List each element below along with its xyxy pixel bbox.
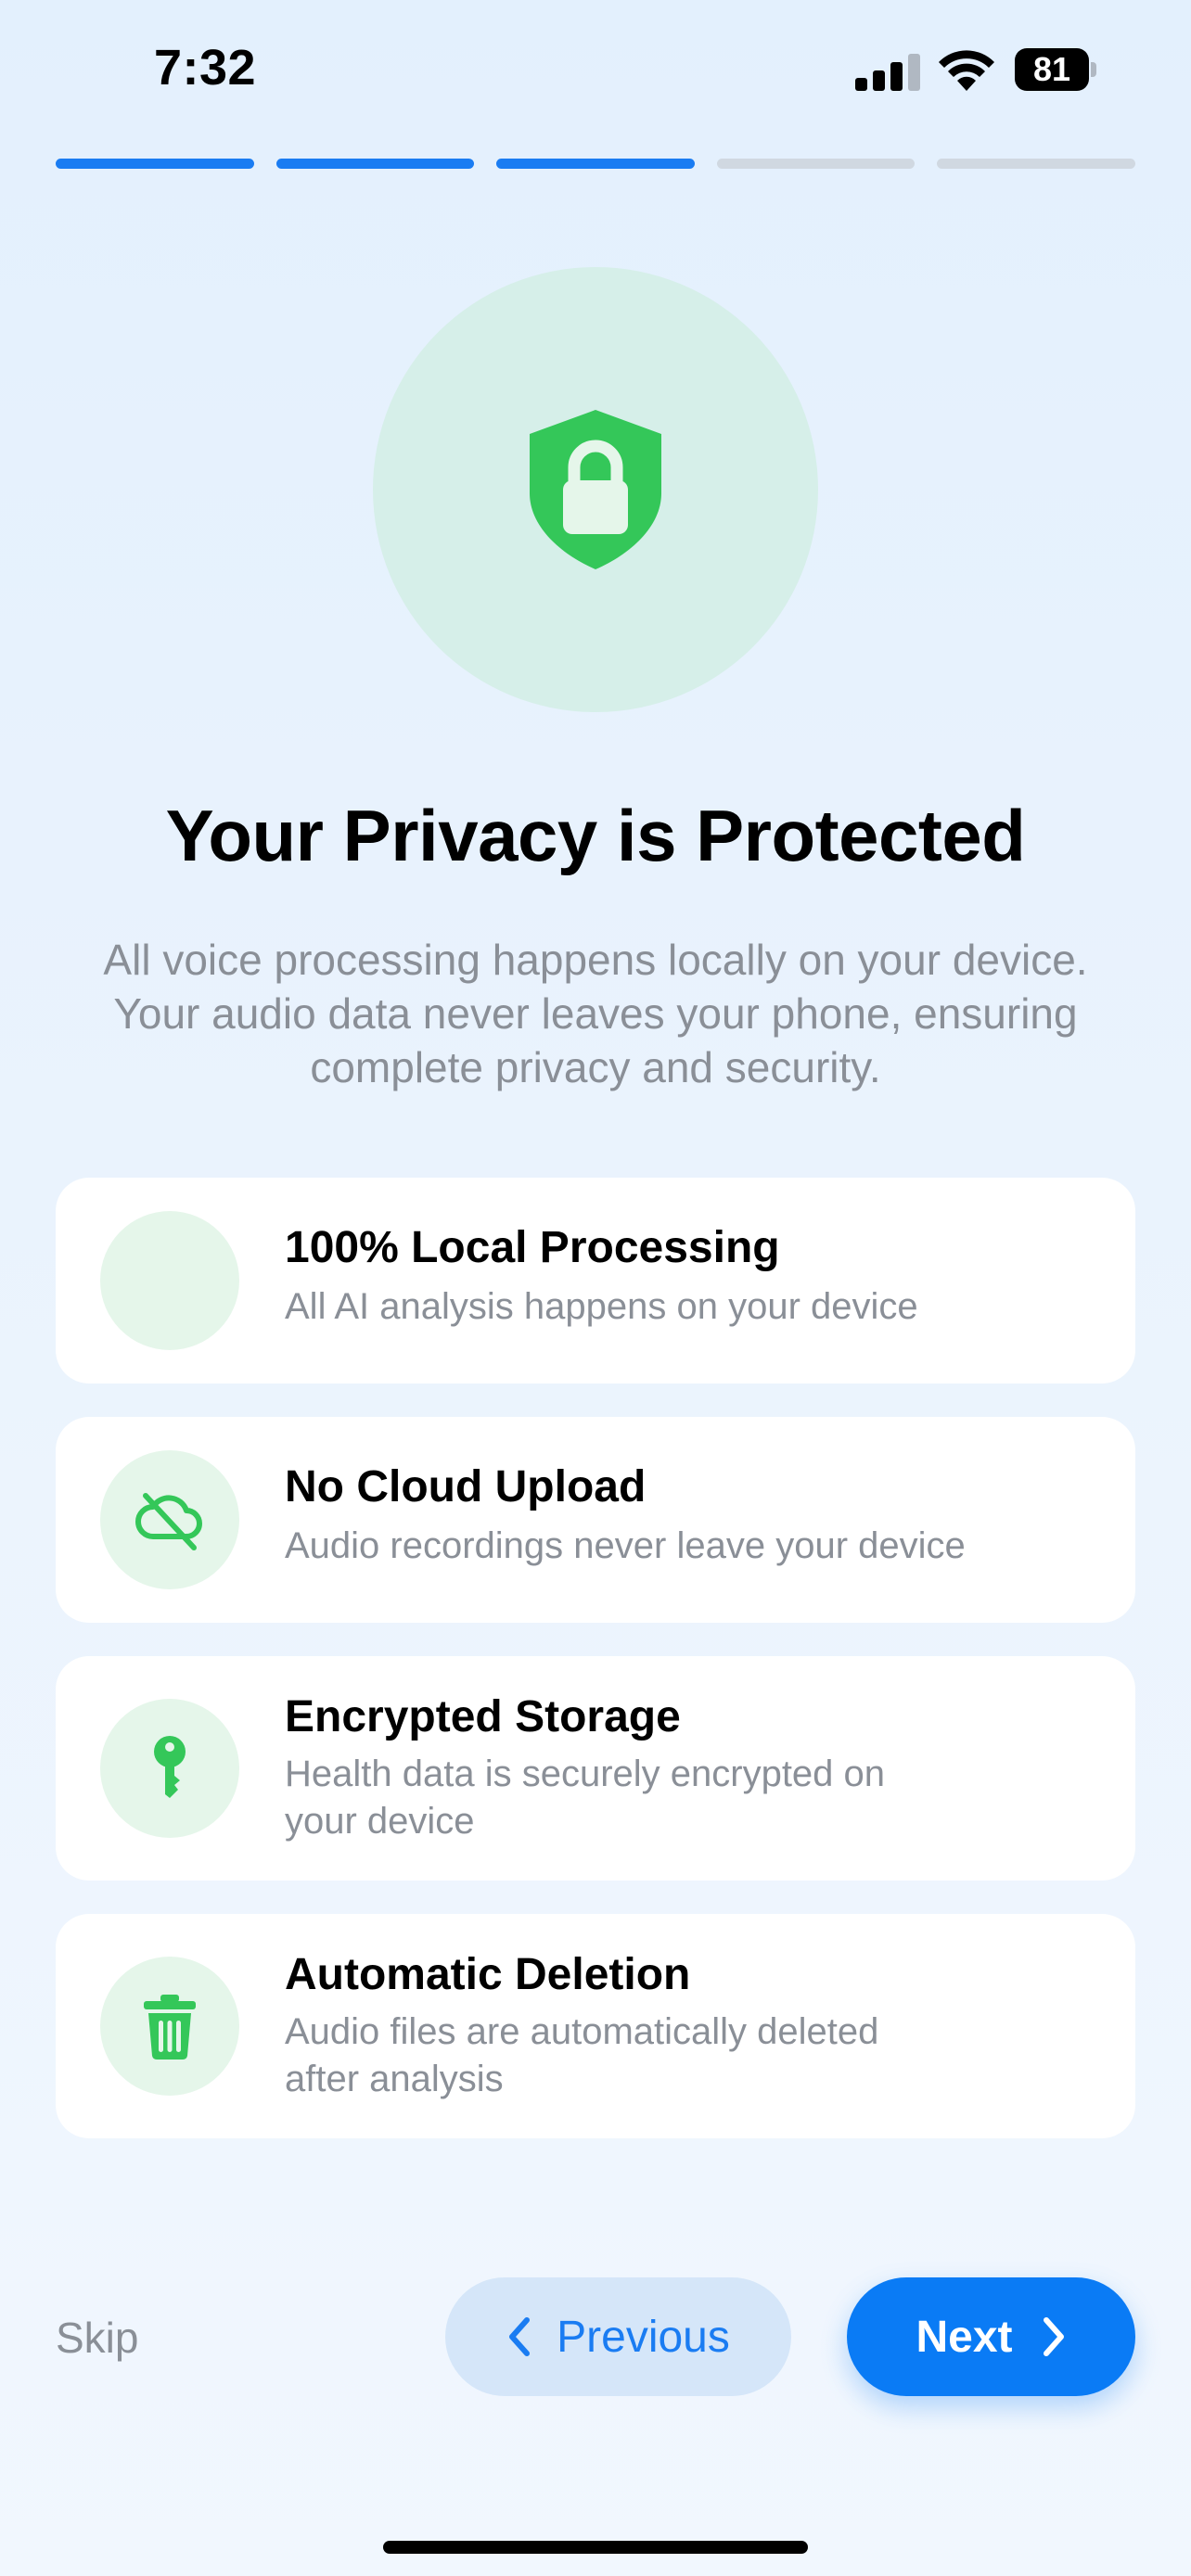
feature-subtitle-line: All AI analysis happens on your device: [285, 1286, 918, 1327]
battery-percentage: 81: [1032, 50, 1071, 88]
feature-card-automatic-deletion: Automatic Deletion Audio files are autom…: [56, 1914, 1135, 2138]
feature-title: Automatic Deletion: [285, 1950, 691, 1999]
next-button[interactable]: Next: [847, 2277, 1135, 2396]
description-line: All voice processing happens locally on …: [103, 936, 1088, 984]
feature-title: No Cloud Upload: [285, 1462, 647, 1511]
feature-subtitle: Audio files are automatically deleted af…: [285, 2009, 990, 2103]
status-bar: 7:32 81: [0, 0, 1191, 139]
feature-icon-circle: [100, 1450, 239, 1589]
page-title: Your Privacy is Protected: [165, 795, 1026, 876]
page-description: All voice processing happens locally on …: [56, 933, 1135, 1094]
feature-icon-circle: [100, 1211, 239, 1350]
feature-icon-circle: [100, 1957, 239, 2096]
trash-icon: [144, 1995, 196, 2060]
wifi-icon: [939, 50, 994, 91]
feature-subtitle-line: your device: [285, 1801, 475, 1842]
feature-subtitle-line: Audio files are automatically deleted: [285, 2011, 879, 2052]
description-line: complete privacy and security.: [310, 1043, 881, 1091]
feature-subtitle-line: Health data is securely encrypted on: [285, 1753, 886, 1794]
hero-icon-circle: [373, 267, 818, 712]
feature-card-encrypted-storage: Encrypted Storage Health data is securel…: [56, 1656, 1135, 1881]
status-time: 7:32: [154, 40, 257, 96]
previous-button[interactable]: Previous: [445, 2277, 791, 2396]
feature-subtitle: Audio recordings never leave your device: [285, 1523, 990, 1570]
feature-icon-circle: [100, 1699, 239, 1838]
feature-subtitle: All AI analysis happens on your device: [285, 1283, 990, 1331]
cellular-signal-icon: [855, 54, 920, 91]
onboarding-progress: [56, 159, 1135, 169]
home-indicator[interactable]: [383, 2541, 808, 2554]
feature-subtitle-line: after analysis: [285, 2059, 504, 2099]
feature-title: 100% Local Processing: [285, 1223, 780, 1272]
feature-subtitle-line: Audio recordings never leave your device: [285, 1525, 966, 1566]
feature-subtitle: Health data is securely encrypted on you…: [285, 1751, 990, 1845]
progress-step-3: [496, 159, 695, 169]
key-icon: [154, 1736, 186, 1798]
previous-button-label: Previous: [557, 2312, 730, 2362]
shield-lock-icon: [530, 410, 661, 569]
description-line: Your audio data never leaves your phone,…: [113, 989, 1078, 1038]
next-button-label: Next: [916, 2312, 1013, 2362]
chevron-right-icon: [1043, 2317, 1064, 2356]
progress-step-1: [56, 159, 254, 169]
feature-title: Encrypted Storage: [285, 1692, 681, 1741]
feature-card-no-cloud-upload: No Cloud Upload Audio recordings never l…: [56, 1417, 1135, 1623]
skip-button[interactable]: Skip: [56, 2313, 138, 2363]
progress-step-4: [716, 159, 916, 169]
chevron-left-icon: [509, 2317, 531, 2356]
cloud-slash-icon: [135, 1493, 202, 1550]
progress-step-5: [937, 159, 1135, 169]
feature-card-local-processing: 100% Local Processing All AI analysis ha…: [56, 1178, 1135, 1384]
battery-icon: 81: [1015, 48, 1096, 91]
progress-step-2: [275, 159, 475, 169]
